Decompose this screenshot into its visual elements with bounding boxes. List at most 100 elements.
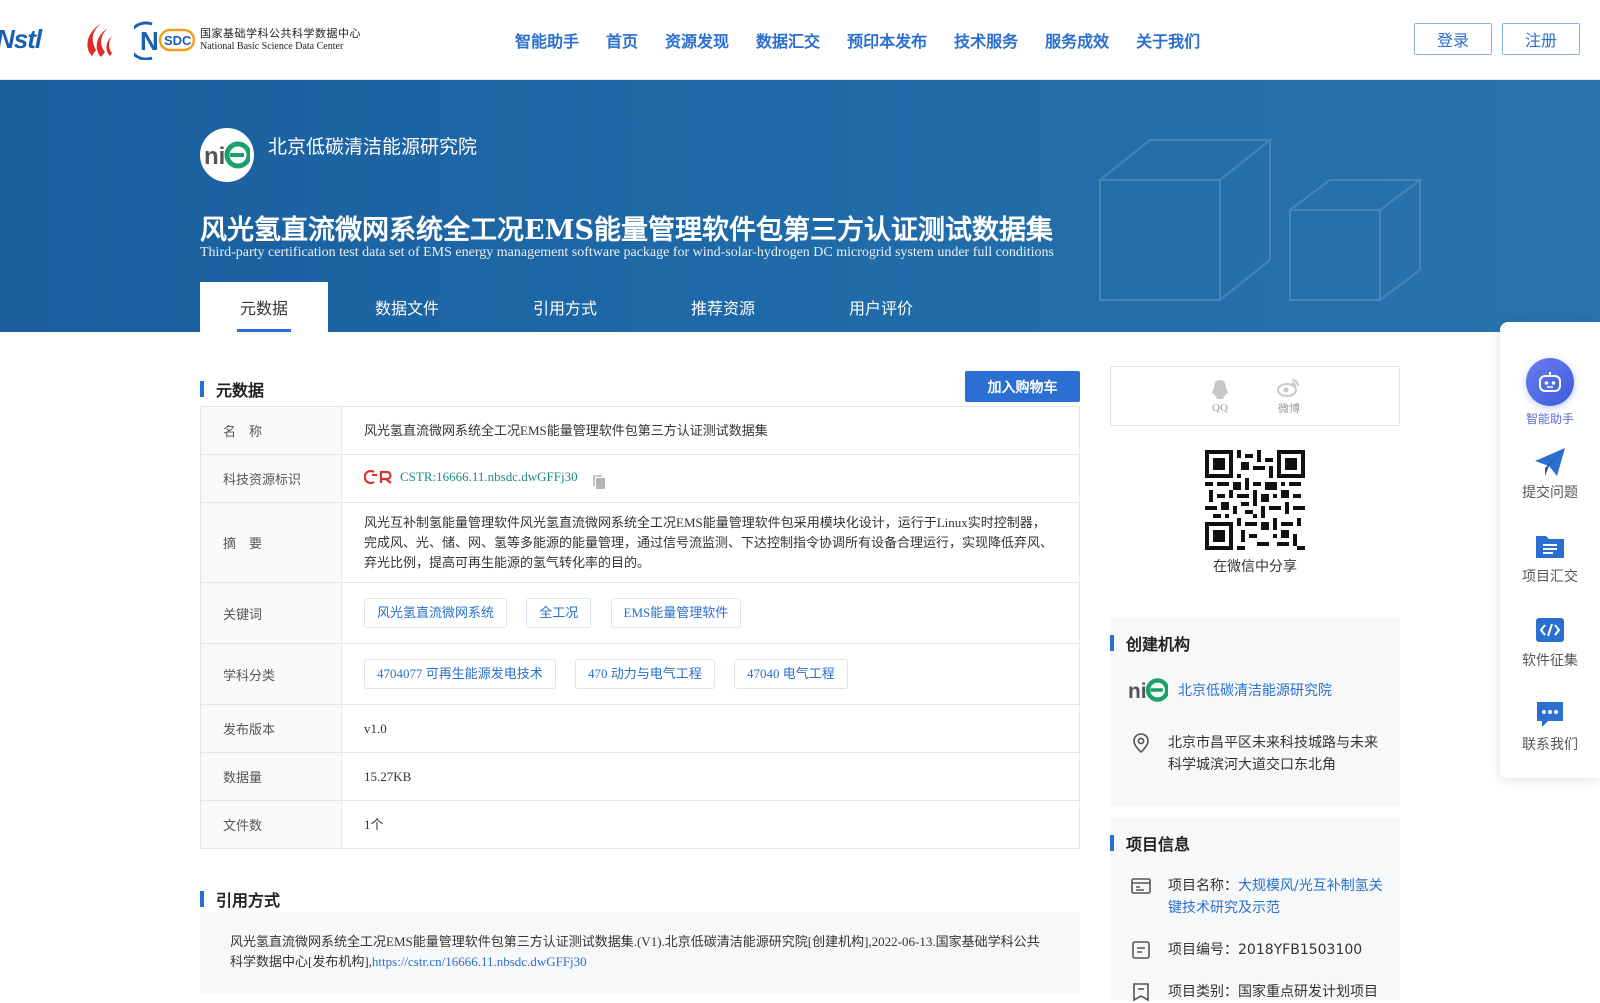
- share-box: QQ 微博: [1110, 366, 1400, 426]
- table-row: 数据量 15.27KB: [200, 752, 1080, 801]
- nav-ai-assistant[interactable]: 智能助手: [515, 28, 579, 52]
- floating-toolbar: 智能助手 提交问题 项目汇交 软件征集 联系我们: [1500, 322, 1600, 778]
- keyword-chip[interactable]: 全工况: [526, 598, 592, 628]
- share-qq[interactable]: QQ: [1209, 378, 1231, 414]
- float-ai-assistant[interactable]: 智能助手: [1500, 358, 1600, 427]
- float-project-submit-label: 项目汇交: [1522, 569, 1578, 585]
- nice-logo-icon: ni: [1128, 678, 1168, 703]
- nav-about[interactable]: 关于我们: [1136, 28, 1200, 52]
- id-card-icon: [1131, 878, 1151, 894]
- citation-link[interactable]: https://cstr.cn/16666.11.nbsdc.dwGFFj30: [372, 954, 587, 969]
- project-code-label: 项目编号：: [1168, 942, 1238, 958]
- subject-chip[interactable]: 47040 电气工程: [734, 659, 848, 689]
- nstl-logo-text: Nstl: [0, 24, 42, 54]
- share-weibo[interactable]: 微博: [1277, 376, 1301, 416]
- float-contact[interactable]: 联系我们: [1500, 698, 1600, 754]
- project-type-label: 项目类别：: [1168, 984, 1238, 1000]
- keyword-chip[interactable]: EMS能量管理软件: [610, 598, 742, 628]
- nsdc-cn-name: 国家基础学科公共科学数据中心: [200, 27, 361, 41]
- robot-icon: [1526, 358, 1574, 406]
- table-row: 学科分类 4704077 可再生能源发电技术 470 动力与电气工程 47040…: [200, 643, 1080, 705]
- banner-org-name[interactable]: 北京低碳清洁能源研究院: [268, 132, 477, 159]
- table-row: 发布版本 v1.0: [200, 704, 1080, 753]
- nsdc-text: 国家基础学科公共科学数据中心 National Basic Science Da…: [200, 27, 361, 52]
- project-code: 项目编号：2018YFB1503100: [1168, 939, 1362, 961]
- creator-section-title: 创建机构: [1126, 635, 1191, 654]
- size-label: 数据量: [200, 752, 342, 801]
- nav-home[interactable]: 首页: [606, 28, 638, 52]
- location-pin-icon: [1133, 733, 1149, 754]
- dataset-banner: ni 北京低碳清洁能源研究院 风光氢直流微网系统全工况EMS能量管理软件包第三方…: [0, 80, 1600, 332]
- nav-resource-discovery[interactable]: 资源发现: [665, 28, 729, 52]
- creator-org-link[interactable]: 北京低碳清洁能源研究院: [1178, 680, 1332, 700]
- login-button[interactable]: 登录: [1414, 23, 1492, 55]
- nav-tech-service[interactable]: 技术服务: [954, 28, 1018, 52]
- svg-text:SDC: SDC: [164, 33, 192, 48]
- wechat-qr-code: [1205, 450, 1305, 550]
- cas-logo[interactable]: [80, 20, 120, 60]
- nice-logo-icon: ni: [204, 141, 250, 170]
- table-row: 名 称 风光氢直流微网系统全工况EMS能量管理软件包第三方认证测试数据集: [200, 406, 1080, 455]
- table-row: 摘 要 风光互补制氢能量管理软件风光氢直流微网系统全工况EMS能量管理软件包采用…: [200, 502, 1080, 583]
- project-section-header: 项目信息: [1110, 831, 1190, 855]
- top-header: Nstl N SDC 国家基础学科公共科学数据中心 National Basic…: [0, 0, 1600, 80]
- org-logo: ni: [200, 128, 254, 182]
- nav-service-results[interactable]: 服务成效: [1045, 28, 1109, 52]
- qq-label: QQ: [1212, 402, 1228, 414]
- nav-preprint[interactable]: 预印本发布: [847, 28, 927, 52]
- cstr-value: CSTR:16666.11.nbsdc.dwGFFj30: [400, 468, 578, 484]
- files-value: 1个: [341, 800, 1080, 849]
- subjects-cell: 4704077 可再生能源发电技术 470 动力与电气工程 47040 电气工程: [341, 643, 1080, 705]
- main-nav: 智能助手 首页 资源发现 数据汇交 预印本发布 技术服务 服务成效 关于我们: [515, 28, 1227, 52]
- nav-data-submission[interactable]: 数据汇交: [756, 28, 820, 52]
- float-software-call-label: 软件征集: [1522, 653, 1578, 669]
- logo-group: Nstl N SDC 国家基础学科公共科学数据中心 National Basic…: [0, 18, 361, 62]
- version-label: 发布版本: [200, 704, 342, 753]
- tab-metadata[interactable]: 元数据: [200, 282, 328, 332]
- project-code-row: 项目编号：2018YFB1503100: [1130, 939, 1390, 961]
- keywords-cell: 风光氢直流微网系统 全工况 EMS能量管理软件: [341, 582, 1080, 644]
- svg-text:N: N: [140, 26, 159, 56]
- creator-address-row: 北京市昌平区未来科技城路与未来科学城滨河大道交口东北角: [1130, 732, 1390, 776]
- banner-decoration: [1099, 139, 1423, 301]
- section-accent-bar: [1110, 835, 1114, 851]
- float-software-call[interactable]: 软件征集: [1500, 614, 1600, 670]
- nsdc-logo[interactable]: N SDC 国家基础学科公共科学数据中心 National Basic Scie…: [126, 20, 361, 61]
- keywords-label: 关键词: [200, 582, 342, 644]
- tab-recommended[interactable]: 推荐资源: [644, 282, 802, 332]
- document-icon: [1132, 941, 1150, 959]
- dataset-title: 风光氢直流微网系统全工况EMS能量管理软件包第三方认证测试数据集: [200, 215, 1053, 246]
- metadata-section-title: 元数据: [216, 381, 265, 400]
- citation-text: 风光氢直流微网系统全工况EMS能量管理软件包第三方认证测试数据集.(V1).北京…: [230, 934, 1040, 969]
- cstr-cell: CSTR:16666.11.nbsdc.dwGFFj30: [341, 454, 1080, 503]
- nsdc-mark-icon: N SDC: [126, 20, 196, 61]
- name-label: 名 称: [200, 406, 342, 455]
- folder-list-icon: [1536, 536, 1564, 558]
- section-accent-bar: [1110, 635, 1114, 651]
- subject-chip[interactable]: 4704077 可再生能源发电技术: [364, 659, 556, 689]
- keyword-chip[interactable]: 风光氢直流微网系统: [364, 598, 508, 628]
- section-accent-bar: [200, 891, 204, 907]
- float-submit-issue-label: 提交问题: [1522, 485, 1578, 501]
- weibo-icon: [1277, 379, 1299, 397]
- qq-icon: [1212, 380, 1228, 399]
- citation-section-title: 引用方式: [216, 891, 281, 910]
- add-to-cart-button[interactable]: 加入购物车: [965, 371, 1080, 402]
- float-submit-issue[interactable]: 提交问题: [1500, 446, 1600, 502]
- tab-data-files[interactable]: 数据文件: [328, 282, 486, 332]
- tab-user-reviews[interactable]: 用户评价: [802, 282, 960, 332]
- nstl-logo[interactable]: Nstl: [0, 22, 66, 58]
- cstr-link[interactable]: CSTR:16666.11.nbsdc.dwGFFj30: [364, 467, 578, 487]
- table-row: 关键词 风光氢直流微网系统 全工况 EMS能量管理软件: [200, 582, 1080, 644]
- citation-section-header: 引用方式: [200, 887, 280, 911]
- creator-section-header: 创建机构: [1110, 631, 1190, 655]
- subject-chip[interactable]: 470 动力与电气工程: [575, 659, 715, 689]
- weibo-label: 微博: [1278, 403, 1300, 415]
- float-project-submit[interactable]: 项目汇交: [1500, 530, 1600, 586]
- metadata-section-header: 元数据: [200, 377, 264, 401]
- cstr-logo-icon: [364, 469, 392, 484]
- register-button[interactable]: 注册: [1502, 23, 1580, 55]
- tab-citation[interactable]: 引用方式: [486, 282, 644, 332]
- project-name: 项目名称：大规模风/光互补制氢关键技术研究及示范: [1168, 875, 1390, 919]
- copy-icon[interactable]: [591, 474, 607, 490]
